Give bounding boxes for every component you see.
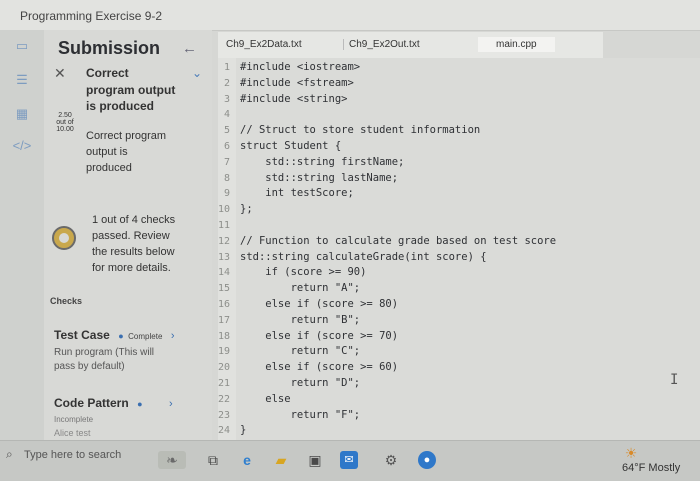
code-line[interactable]: struct Student {	[240, 140, 341, 152]
settings-icon[interactable]: ⚙	[382, 451, 400, 469]
weather-icon: ☀	[624, 445, 638, 461]
line-number: 17	[218, 314, 231, 326]
file-tabs: Ch9_Ex2Data.txt Ch9_Ex2Out.txt main.cpp	[218, 32, 603, 58]
line-number: 5	[224, 125, 231, 137]
line-number: 22	[218, 393, 231, 405]
code-pattern-check[interactable]: Code Pattern ● › Incomplete Alice test	[54, 394, 204, 438]
code-line[interactable]: #include <iostream>	[240, 61, 360, 73]
code-line[interactable]: return "B";	[240, 314, 361, 326]
task-view-icon[interactable]: ⧉	[204, 451, 222, 469]
submission-icon[interactable]: ▭	[12, 38, 32, 56]
result-headline: program output is produced	[86, 83, 176, 113]
code-line[interactable]: std::string firstName;	[240, 156, 404, 168]
code-line[interactable]: int testScore;	[240, 187, 354, 199]
weather-text: 64°F Mostly	[622, 462, 681, 474]
code-line[interactable]: else	[240, 393, 290, 405]
line-number: 24	[218, 425, 231, 437]
widget-thumbnail-icon[interactable]: ❧	[158, 451, 186, 469]
taskbar-search-input[interactable]: Type here to search	[24, 449, 121, 461]
close-icon: ✕	[54, 65, 66, 81]
line-number: 14	[218, 267, 231, 279]
line-number: 4	[224, 109, 231, 121]
score-gauge-icon	[52, 226, 76, 250]
line-number: 19	[218, 346, 231, 358]
mail-icon[interactable]: ✉	[340, 451, 358, 469]
line-number: 18	[218, 330, 231, 342]
back-arrow-icon[interactable]: ←	[182, 40, 197, 57]
grid-icon[interactable]: ▦	[12, 106, 32, 124]
score-mid: out of	[56, 119, 74, 126]
submission-panel: Submission ← ✕ Correct ⌄ 2.50 out of 10.…	[44, 30, 212, 440]
code-line[interactable]: std::string calculateGrade(int score) {	[240, 251, 487, 263]
line-number: 12	[218, 235, 231, 247]
line-number: 3	[224, 93, 231, 105]
code-pattern-status: Incomplete	[54, 415, 94, 424]
code-line[interactable]: // Function to calculate grade based on …	[240, 235, 556, 247]
code-line[interactable]: return "A";	[240, 282, 361, 294]
status-label: Correct	[86, 66, 129, 80]
line-number: 20	[218, 362, 231, 374]
code-line[interactable]: #include <string>	[240, 93, 347, 105]
line-number: 9	[224, 188, 231, 200]
status-dot-icon: ●	[118, 331, 124, 341]
score-badge: 2.50 out of 10.00	[50, 112, 80, 133]
chevron-right-icon: ›	[170, 330, 175, 342]
line-number: 11	[218, 220, 231, 231]
window-titlebar: Programming Exercise 9-2	[0, 0, 700, 31]
status-dot-icon: ●	[137, 399, 143, 409]
line-number: 7	[224, 156, 231, 168]
test-case-description: Run program (This will pass by default)	[54, 347, 155, 372]
tab-main-cpp[interactable]: main.cpp	[478, 37, 555, 52]
next-check: Alice test	[54, 428, 91, 438]
code-line[interactable]: else if (score >= 60)	[240, 361, 398, 373]
check-summary: 1 out of 4 checks passed. Review the res…	[92, 214, 176, 274]
chevron-right-icon: ›	[169, 398, 173, 410]
code-line[interactable]: #include <fstream>	[240, 77, 354, 89]
score-total: 10.00	[56, 126, 74, 133]
line-number: 16	[218, 299, 231, 310]
code-line[interactable]: return "C";	[240, 345, 361, 357]
line-number: 21	[218, 378, 231, 389]
line-number: 10	[218, 204, 231, 216]
code-line[interactable]: // Struct to store student information	[240, 124, 480, 136]
line-number-gutter: 1 2 3 4 5 6 7 8 9 10 11 12 13 14 15 16 17 18 19 20 21 22 23 24	[218, 58, 236, 440]
checks-heading: Checks	[50, 296, 83, 306]
code-line[interactable]: return "D";	[240, 377, 361, 389]
line-number: 1	[224, 62, 231, 73]
text-cursor-icon: I	[670, 372, 679, 388]
search-icon[interactable]: ⌕	[6, 447, 13, 462]
line-number: 15	[218, 283, 231, 295]
explorer-icon[interactable]: ▰	[272, 451, 290, 469]
code-line[interactable]: };	[240, 203, 253, 215]
store-icon[interactable]: ▣	[306, 451, 324, 469]
icon-rail: ▭ ☰ ▦ </>	[0, 30, 44, 440]
tab-data-file[interactable]: Ch9_Ex2Data.txt	[226, 39, 302, 50]
tab-output-file[interactable]: Ch9_Ex2Out.txt	[343, 39, 420, 50]
line-number: 8	[224, 172, 231, 184]
score-value: 2.50	[58, 112, 72, 119]
result-detail: Correct program output is produced	[86, 130, 167, 174]
code-line[interactable]: if (score >= 90)	[240, 266, 366, 278]
edge-icon[interactable]: e	[238, 451, 256, 469]
line-number: 2	[224, 77, 231, 89]
code-line[interactable]: else if (score >= 80)	[240, 298, 398, 310]
test-case-status: Complete	[128, 332, 163, 341]
test-case-check[interactable]: Test Case ● Complete › Run program (This…	[54, 326, 204, 374]
line-number: 23	[218, 409, 231, 421]
list-icon[interactable]: ☰	[12, 72, 32, 90]
line-number: 13	[218, 251, 231, 263]
app-icon[interactable]: ●	[418, 451, 436, 469]
code-line[interactable]: }	[240, 424, 246, 436]
code-icon[interactable]: </>	[12, 138, 32, 156]
code-line[interactable]: std::string lastName;	[240, 172, 398, 184]
panel-title: Submission	[58, 38, 161, 58]
chevron-down-icon[interactable]: ⌄	[192, 66, 202, 80]
window-title: Programming Exercise 9-2	[20, 9, 163, 23]
taskbar: ⌕ Type here to search ❧ ⧉ e ▰ ▣ ✉ ⚙ ● ☀ …	[0, 440, 700, 481]
code-line[interactable]: else if (score >= 70)	[240, 330, 398, 342]
line-number: 6	[224, 141, 231, 152]
code-line[interactable]: return "F";	[240, 409, 361, 421]
code-editor[interactable]: 1 2 3 4 5 6 7 8 9 10 11 12 13 14 15 16 17 18 19 20 21 22 23 24 …	[218, 58, 700, 440]
